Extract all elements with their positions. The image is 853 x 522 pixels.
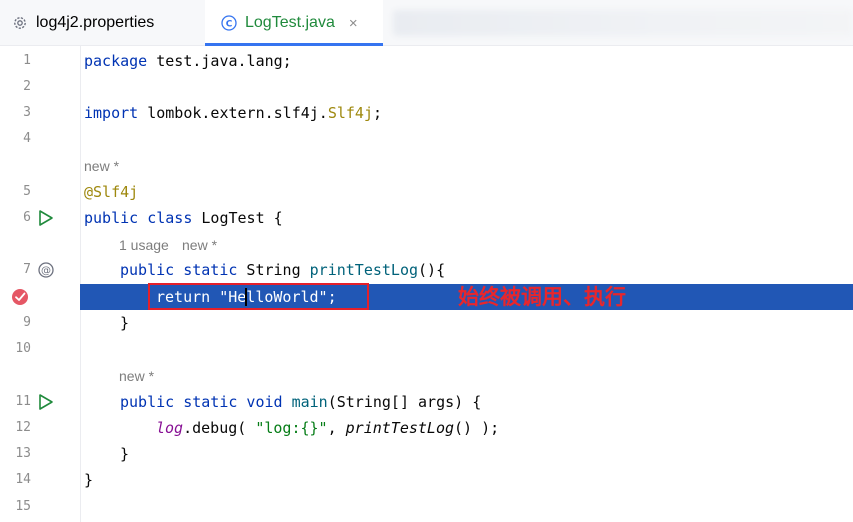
at-sign-icon[interactable]: @ xyxy=(37,261,55,279)
code-line[interactable]: 3 import lombok.extern.slf4j.Slf4j; xyxy=(0,100,853,126)
svg-text:@: @ xyxy=(41,266,51,277)
gear-icon xyxy=(12,15,28,31)
static-field: log xyxy=(156,419,184,437)
annotation-note: 始终被调用、执行 xyxy=(458,285,626,309)
gutter: 11 xyxy=(0,389,80,415)
code-text: public static void main(String[] args) { xyxy=(120,393,482,411)
code-line[interactable]: 13 } xyxy=(0,441,853,467)
gutter: 15 xyxy=(0,494,80,520)
string-literal: "log:{}" xyxy=(255,419,328,437)
line-number: 10 xyxy=(15,341,31,356)
code-text: public static String printTestLog(){ xyxy=(120,261,446,279)
java-class-icon: C xyxy=(221,15,237,31)
line-number: 15 xyxy=(15,499,31,514)
gutter: 12 xyxy=(0,415,80,441)
blurred-tabs-area xyxy=(393,10,853,36)
editor-tab-bar: log4j2.properties C LogTest.java × xyxy=(0,0,853,46)
inlay-hint-new[interactable]: new * xyxy=(119,363,154,389)
code-text: package test.java.lang; xyxy=(84,48,292,74)
code-text: } xyxy=(84,471,94,489)
code-line[interactable]: 9 } xyxy=(0,310,853,336)
code-line[interactable]: 12 log.debug( "log:{}", printTestLog() )… xyxy=(0,415,853,441)
line-number: 7 xyxy=(23,262,31,277)
gutter: 2 xyxy=(0,74,80,100)
line-number: 6 xyxy=(23,210,31,225)
package-name: test.java.lang; xyxy=(147,52,292,70)
code-line[interactable]: 4 xyxy=(0,126,853,152)
gutter: 5 xyxy=(0,179,80,205)
tab-label: LogTest.java xyxy=(245,14,335,31)
import-package: lombok.extern.slf4j. xyxy=(138,104,328,122)
gutter: 3 xyxy=(0,100,80,126)
class-name: LogTest { xyxy=(192,209,283,227)
code-line[interactable]: 5 @Slf4j xyxy=(0,179,853,205)
code-line[interactable]: 14 } xyxy=(0,467,853,493)
breakpoint-icon[interactable] xyxy=(11,288,29,306)
gutter: 1 xyxy=(0,48,80,74)
keyword: public static xyxy=(120,261,238,279)
line-number: 11 xyxy=(15,394,31,409)
code-line[interactable]: 10 xyxy=(0,336,853,362)
line-number: 14 xyxy=(15,472,31,487)
keyword: import xyxy=(84,104,139,122)
code-line[interactable]: 7 @ public static String printTestLog(){ xyxy=(0,257,853,283)
code-line[interactable]: 11 public static void main(String[] args… xyxy=(0,389,853,415)
line-number: 4 xyxy=(23,131,31,146)
inlay-hint-new[interactable]: new * xyxy=(84,153,119,179)
tab-label: log4j2.properties xyxy=(36,14,155,31)
run-icon[interactable] xyxy=(37,393,55,411)
close-icon[interactable]: × xyxy=(349,15,358,32)
annotation: @Slf4j xyxy=(84,183,139,201)
line-number: 5 xyxy=(23,184,31,199)
gutter: 14 xyxy=(0,467,80,493)
gutter: 6 xyxy=(0,205,80,231)
code-text: log.debug( "log:{}", printTestLog() ); xyxy=(156,419,500,437)
line-number: 1 xyxy=(23,53,31,68)
keyword: package xyxy=(84,52,148,70)
active-tab-indicator xyxy=(205,43,383,46)
tab-log4j2-properties[interactable]: log4j2.properties xyxy=(12,0,154,46)
line-number: 13 xyxy=(15,446,31,461)
inlay-hint-usages[interactable]: 1 usage xyxy=(119,232,169,258)
svg-text:C: C xyxy=(226,20,233,30)
code-text: } xyxy=(120,314,130,332)
line-number: 9 xyxy=(23,315,31,330)
gutter xyxy=(0,284,80,310)
code-line[interactable]: 1 package test.java.lang; xyxy=(0,48,853,74)
gutter: 13 xyxy=(0,441,80,467)
gutter: 9 xyxy=(0,310,80,336)
line-number: 12 xyxy=(15,420,31,435)
return-type: String xyxy=(237,261,310,279)
run-icon[interactable] xyxy=(37,209,55,227)
line-number: 3 xyxy=(23,105,31,120)
code-line[interactable]: 15 xyxy=(0,494,853,520)
code-text: } xyxy=(120,445,130,463)
inlay-hint-new[interactable]: new * xyxy=(182,232,217,258)
tab-logtest-java[interactable]: C LogTest.java × xyxy=(205,0,383,46)
code-line[interactable]: 6 public class LogTest { xyxy=(0,205,853,231)
code-line[interactable]: 2 xyxy=(0,74,853,100)
code-text: public class LogTest { xyxy=(84,205,283,231)
line-number: 2 xyxy=(23,79,31,94)
method-name: main xyxy=(282,393,328,411)
import-class: Slf4j xyxy=(327,104,373,122)
keyword: public static void xyxy=(120,393,283,411)
text-caret xyxy=(245,288,247,306)
gutter: 10 xyxy=(0,336,80,362)
method-name: printTestLog xyxy=(309,261,419,279)
method-call: printTestLog xyxy=(345,419,455,437)
gutter: 4 xyxy=(0,126,80,152)
keyword: public class xyxy=(84,209,193,227)
gutter: 7 @ xyxy=(0,257,80,283)
code-text: import lombok.extern.slf4j.Slf4j; xyxy=(84,104,383,122)
code-line-highlighted[interactable]: return "HelloWorld"; xyxy=(0,284,853,310)
annotation-box xyxy=(148,283,369,310)
